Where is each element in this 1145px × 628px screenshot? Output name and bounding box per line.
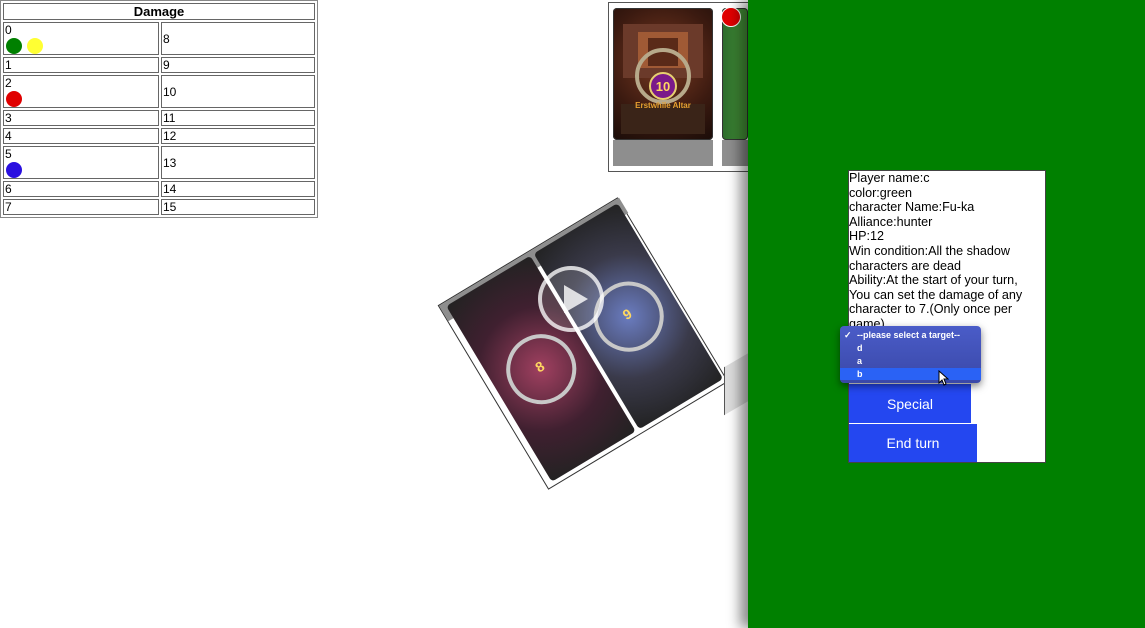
- card-gray-bottom: [613, 140, 713, 166]
- damage-cell-left: 1: [3, 57, 159, 73]
- player-damage-marker: [6, 91, 22, 107]
- damage-row: 6 14: [3, 181, 315, 197]
- damage-value-label: 6: [5, 182, 12, 196]
- player-damage-marker: [27, 38, 43, 54]
- damage-cell-right: 14: [161, 181, 315, 197]
- player-color: color:green: [849, 185, 913, 200]
- damage-value-label: 5: [5, 147, 12, 161]
- damage-cell-left: 7: [3, 199, 159, 215]
- damage-cell-left: 5: [3, 146, 159, 179]
- play-overlay-icon[interactable]: [538, 266, 604, 332]
- player-name: Player name:c: [849, 171, 930, 185]
- damage-cell-right: 10: [161, 75, 315, 108]
- damage-cell-right: 15: [161, 199, 315, 215]
- damage-row: 7 15: [3, 199, 315, 215]
- damage-cell-right: 13: [161, 146, 315, 179]
- damage-value-label: 0: [5, 23, 12, 37]
- player-damage-marker: [6, 162, 22, 178]
- damage-value-label: 3: [5, 111, 12, 125]
- damage-row: 3 11: [3, 110, 315, 126]
- rotated-card-pile[interactable]: 8 9: [437, 197, 729, 490]
- damage-value-label: 7: [5, 200, 12, 214]
- hp: HP:12: [849, 229, 885, 244]
- damage-table-header: Damage: [3, 3, 315, 20]
- damage-row: 2 10: [3, 75, 315, 108]
- damage-row: 4 12: [3, 128, 315, 144]
- damage-cell-left: 6: [3, 181, 159, 197]
- damage-cell-right: 9: [161, 57, 315, 73]
- damage-cell-left: 3: [3, 110, 159, 126]
- red-player-marker: [721, 7, 741, 27]
- end-turn-button[interactable]: End turn: [849, 424, 977, 462]
- win-condition: Win condition:All the shadow characters …: [849, 243, 1011, 273]
- damage-row: 19: [3, 57, 315, 73]
- damage-cell-right: 12: [161, 128, 315, 144]
- checkmark-icon: ✓: [844, 330, 852, 340]
- damage-cell-left: 2: [3, 75, 159, 108]
- damage-row: 5 13: [3, 146, 315, 179]
- damage-value-label: 4: [5, 129, 12, 143]
- card-green-partial[interactable]: [722, 8, 748, 140]
- special-button[interactable]: Special: [849, 384, 971, 423]
- damage-cell-right: 8: [161, 22, 315, 55]
- target-option[interactable]: ✓ --please select a target--: [840, 329, 981, 341]
- player-damage-marker: [6, 38, 22, 54]
- damage-cell-right: 11: [161, 110, 315, 126]
- damage-cell-left: 0: [3, 22, 159, 55]
- damage-value-label: 1: [5, 58, 12, 72]
- mouse-cursor-icon: [938, 370, 950, 386]
- card-edge-partial: [724, 352, 749, 416]
- card-title: Erstwhile Altar: [635, 101, 691, 110]
- ability: Ability:At the start of your turn, You c…: [849, 273, 1023, 331]
- target-select-dropdown[interactable]: ✓ --please select a target-- d a b: [840, 326, 981, 383]
- target-option-highlighted[interactable]: b: [840, 368, 981, 380]
- alliance: Alliance:hunter: [849, 214, 933, 229]
- damage-value-label: 2: [5, 76, 12, 90]
- target-option[interactable]: d: [840, 342, 981, 354]
- damage-row: 08: [3, 22, 315, 55]
- target-option[interactable]: a: [840, 355, 981, 367]
- damage-cell-left: 4: [3, 128, 159, 144]
- card-art: [621, 24, 705, 134]
- card-erstwhile-altar[interactable]: 10 Erstwhile Altar: [613, 8, 713, 140]
- card-gray-bottom-2: [722, 140, 748, 166]
- card-number: 10: [655, 79, 671, 94]
- character-name: character Name:Fu-ka: [849, 200, 975, 215]
- damage-table: Damage 0 8 1 9 2 10 3 11 4 12 5 13 6 14 7 15: [0, 0, 318, 218]
